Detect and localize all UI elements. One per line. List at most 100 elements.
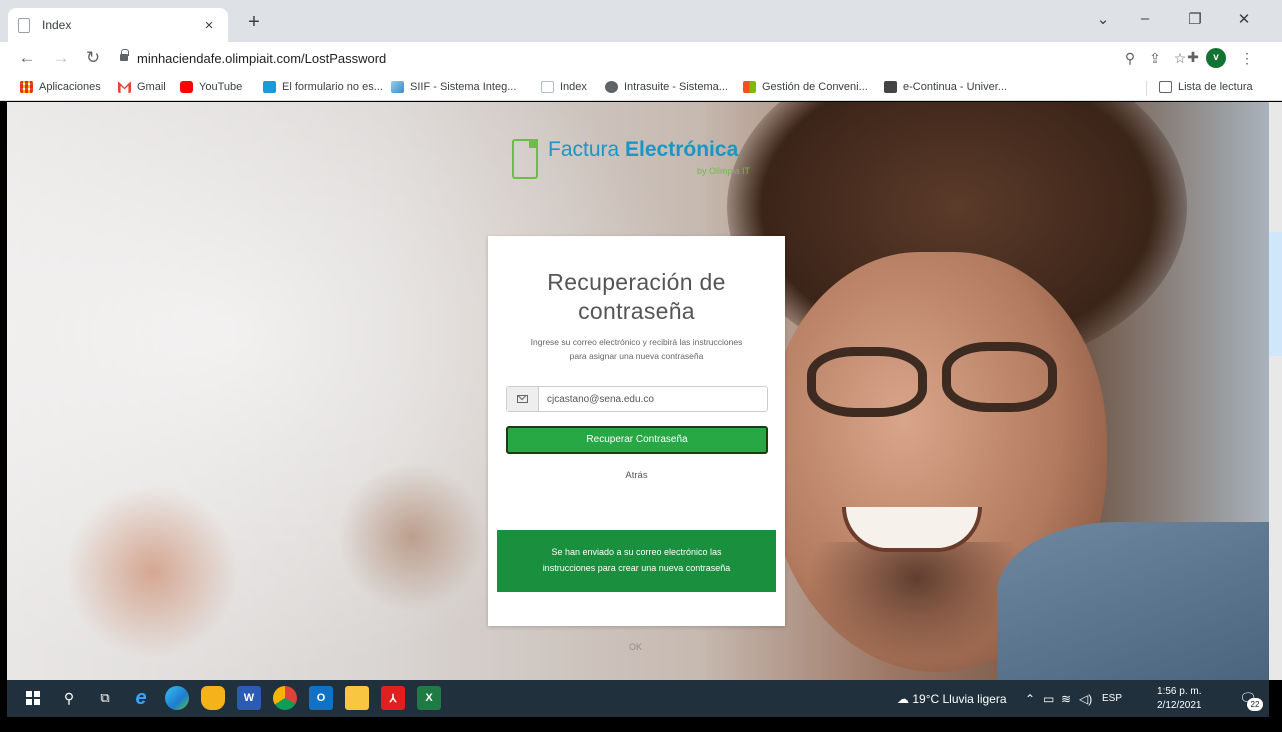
- battery-icon[interactable]: ▭: [1043, 692, 1054, 706]
- file-explorer-icon[interactable]: [345, 686, 369, 710]
- browser-toolbar: ← → ↻ minhaciendafe.olimpiait.com/LostPa…: [0, 42, 1282, 76]
- bookmark-youtube[interactable]: YouTube: [180, 81, 242, 93]
- title-line: Recuperación de: [547, 269, 726, 295]
- background-blur: [67, 482, 237, 662]
- system-clock[interactable]: 1:56 p. m. 2/12/2021: [1157, 685, 1202, 713]
- bookmarks-divider: [1146, 81, 1147, 96]
- windows-taskbar: ⚲ ⧉ e W O ⅄ X ☁ 19°C Lluvia ligera ⌃ ▭ ≋…: [7, 680, 1269, 717]
- acrobat-icon[interactable]: ⅄: [381, 686, 405, 710]
- forms-icon: [263, 81, 276, 93]
- background-photo-beard: [807, 542, 1027, 662]
- security-icon[interactable]: [201, 686, 225, 710]
- globe-icon: [605, 81, 618, 93]
- page-viewport: Factura Electrónica by Olimpia IT Recupe…: [7, 102, 1269, 680]
- tray-overflow-chevron-icon[interactable]: ⌃: [1025, 692, 1035, 706]
- reading-list-icon: [1159, 81, 1172, 93]
- bookmark-label: Gestión de Conveni...: [762, 81, 868, 93]
- share-icon[interactable]: ⇪: [1145, 50, 1165, 67]
- bookmark-aplicaciones[interactable]: Aplicaciones: [20, 81, 101, 93]
- background-blur: [337, 462, 487, 612]
- menu-icon[interactable]: ⋮: [1237, 50, 1257, 67]
- youtube-icon: [180, 81, 193, 93]
- wifi-icon[interactable]: ≋: [1061, 692, 1071, 706]
- bookmarks-bar: Aplicaciones Gmail YouTube El formulario…: [0, 76, 1282, 101]
- side-panel-highlight[interactable]: [1269, 232, 1282, 356]
- bookmark-label: El formulario no es...: [282, 81, 383, 93]
- bookmark-econtinua[interactable]: e-Continua - Univer...: [884, 81, 1007, 93]
- bookmark-intrasuite[interactable]: Intrasuite - Sistema...: [605, 81, 728, 93]
- recover-password-button[interactable]: Recuperar Contraseña: [506, 426, 768, 454]
- bookmark-formulario[interactable]: El formulario no es...: [263, 81, 383, 93]
- notification-count-badge: 22: [1247, 698, 1263, 711]
- close-window-button[interactable]: ✕: [1229, 10, 1259, 28]
- alert-line: instrucciones para crear una nueva contr…: [542, 563, 731, 573]
- edge-legacy-icon[interactable]: e: [129, 686, 153, 710]
- volume-icon[interactable]: ◁): [1079, 692, 1092, 706]
- econtinua-icon: [884, 81, 897, 93]
- email-addon: [507, 387, 539, 411]
- title-line: contraseña: [578, 298, 695, 324]
- logo-prefix: Factura: [548, 138, 626, 161]
- instructions-line: Ingrese su correo electrónico y recibirá…: [530, 337, 743, 347]
- browser-tab[interactable]: Index ×: [8, 8, 228, 42]
- siif-icon: [391, 81, 404, 93]
- bookmark-label: Index: [560, 81, 587, 93]
- background-photo-shirt: [997, 522, 1269, 680]
- screen: Index × + ⌄ – ❐ ✕ ← → ↻ minhaciendafe.ol…: [0, 0, 1282, 732]
- tab-search-chevron-icon[interactable]: ⌄: [1088, 10, 1118, 28]
- back-arrow-icon[interactable]: ←: [16, 48, 38, 68]
- logo-text: Factura Electrónica: [548, 137, 738, 163]
- reading-list-button[interactable]: Lista de lectura: [1159, 81, 1253, 93]
- reading-list-label: Lista de lectura: [1178, 81, 1253, 93]
- edge-icon[interactable]: [165, 686, 189, 710]
- windows-icon: [743, 81, 756, 93]
- restore-button[interactable]: ❐: [1180, 10, 1210, 28]
- address-bar[interactable]: minhaciendafe.olimpiait.com/LostPassword: [137, 51, 386, 66]
- password-recovery-card: Recuperación de contraseña Ingrese su co…: [488, 236, 785, 626]
- bookmark-siif[interactable]: SIIF - Sistema Integ...: [391, 81, 516, 93]
- windows-start-icon[interactable]: [21, 686, 45, 710]
- bookmark-label: Aplicaciones: [39, 81, 101, 93]
- hidden-ok-button[interactable]: OK: [629, 642, 642, 652]
- page-icon: [541, 81, 554, 93]
- extensions-icon[interactable]: ✚: [1183, 49, 1203, 66]
- chrome-icon[interactable]: [273, 686, 297, 710]
- excel-icon[interactable]: X: [417, 686, 441, 710]
- clock-date: 2/12/2021: [1157, 700, 1202, 711]
- back-link[interactable]: Atrás: [488, 470, 785, 481]
- envelope-icon: [517, 395, 528, 403]
- email-field[interactable]: [539, 387, 767, 411]
- outlook-icon[interactable]: O: [309, 686, 333, 710]
- zoom-icon[interactable]: ⚲: [1120, 50, 1140, 67]
- email-input-group: [506, 386, 768, 412]
- page-favicon-icon: [18, 17, 30, 33]
- bookmark-index[interactable]: Index: [541, 81, 587, 93]
- tab-strip: Index × + ⌄ – ❐ ✕: [0, 0, 1282, 42]
- minimize-button[interactable]: –: [1130, 10, 1160, 27]
- bookmark-label: SIIF - Sistema Integ...: [410, 81, 517, 93]
- new-tab-button[interactable]: +: [242, 11, 266, 35]
- forward-arrow-icon[interactable]: →: [50, 48, 72, 68]
- search-icon[interactable]: ⚲: [57, 686, 81, 710]
- weather-text: 19°C Lluvia ligera: [912, 692, 1007, 706]
- clock-time: 1:56 p. m.: [1157, 686, 1202, 697]
- bookmark-gmail[interactable]: Gmail: [118, 81, 166, 93]
- logo-strong: Electrónica: [625, 138, 739, 161]
- background-photo-glasses: [807, 347, 927, 417]
- word-icon[interactable]: W: [237, 686, 261, 710]
- apps-icon: [20, 81, 33, 93]
- brand-logo: Factura Electrónica by Olimpia IT: [512, 137, 750, 179]
- task-view-icon[interactable]: ⧉: [93, 686, 117, 710]
- weather-widget[interactable]: ☁ 19°C Lluvia ligera: [897, 692, 1007, 706]
- reload-icon[interactable]: ↻: [82, 48, 104, 68]
- alert-line: Se han enviado a su correo electrónico l…: [551, 547, 722, 557]
- bookmark-gestion[interactable]: Gestión de Conveni...: [743, 81, 868, 93]
- success-alert: Se han enviado a su correo electrónico l…: [497, 530, 776, 592]
- cloud-icon: ☁: [897, 692, 909, 706]
- close-tab-icon[interactable]: ×: [200, 17, 218, 34]
- instructions-line: para asignar una nueva contraseña: [569, 351, 704, 361]
- language-indicator[interactable]: ESP: [1102, 693, 1122, 704]
- bookmark-label: Intrasuite - Sistema...: [624, 81, 728, 93]
- lock-icon[interactable]: [120, 49, 129, 62]
- profile-avatar[interactable]: v: [1206, 48, 1226, 68]
